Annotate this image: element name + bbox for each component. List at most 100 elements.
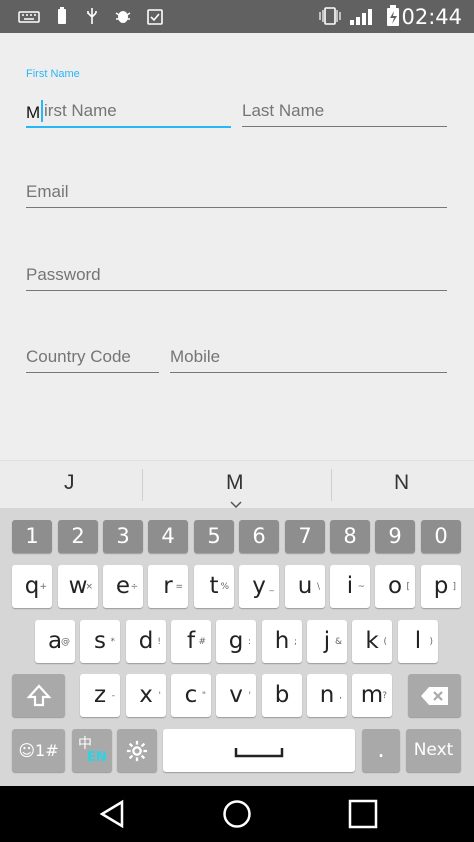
- key-label: m: [360, 682, 384, 708]
- key-t[interactable]: % t: [194, 565, 234, 608]
- country-code-field[interactable]: Country Code: [26, 342, 159, 373]
- key-3[interactable]: 3: [103, 520, 143, 553]
- key-label: v: [229, 682, 243, 708]
- secondary-char: ÷: [130, 582, 138, 592]
- key-p[interactable]: ] p: [421, 565, 461, 608]
- period-key[interactable]: .: [362, 729, 400, 772]
- suggestion-m[interactable]: M: [226, 471, 244, 495]
- key-a[interactable]: @ a: [35, 620, 75, 663]
- key-j[interactable]: & j: [307, 620, 347, 663]
- key-4[interactable]: 4: [148, 520, 188, 553]
- secondary-char: &: [334, 637, 342, 647]
- key-g[interactable]: :g: [216, 620, 256, 663]
- key-n[interactable]: ,n: [307, 674, 347, 717]
- key-f[interactable]: # f: [171, 620, 211, 663]
- key-x[interactable]: ' x: [126, 674, 166, 717]
- key-9[interactable]: 9: [375, 520, 415, 553]
- battery-saver-icon: [58, 7, 66, 24]
- key-label: x: [139, 682, 153, 708]
- last-name-placeholder: Last Name: [242, 101, 325, 120]
- first-name-placeholder: irst Name: [44, 101, 117, 120]
- space-key[interactable]: [163, 729, 355, 772]
- key-m[interactable]: ? m: [352, 674, 392, 717]
- signal-icon: [350, 9, 372, 25]
- key-label: p: [433, 573, 449, 599]
- key-1[interactable]: 1: [12, 520, 52, 553]
- key-h[interactable]: ; h: [262, 620, 302, 663]
- secondary-char: _: [269, 582, 275, 592]
- clipboard-check-icon: [147, 9, 163, 25]
- key-d[interactable]: ! d: [126, 620, 166, 663]
- backspace-icon: [420, 687, 448, 705]
- status-bar: 02:44: [0, 0, 474, 33]
- key-label: b: [274, 682, 290, 708]
- secondary-char: ;: [293, 637, 297, 647]
- key-5[interactable]: 5: [194, 520, 234, 553]
- suggestion-bar: J M N: [0, 460, 474, 509]
- key-label: h: [274, 628, 290, 654]
- key-b[interactable]: b: [262, 674, 302, 717]
- shift-key[interactable]: [12, 674, 65, 717]
- bug-icon: [115, 11, 131, 23]
- usb-icon: [87, 8, 97, 24]
- suggestion-j[interactable]: J: [64, 471, 75, 495]
- key-label: n: [319, 682, 335, 708]
- key-8[interactable]: 8: [330, 520, 370, 553]
- key-u[interactable]: \ u: [285, 565, 325, 608]
- mobile-field[interactable]: Mobile: [170, 342, 447, 373]
- key-y[interactable]: _ y: [239, 565, 279, 608]
- suggestion-n[interactable]: N: [394, 471, 409, 495]
- key-z[interactable]: -z: [80, 674, 120, 717]
- email-field[interactable]: Email: [26, 177, 447, 208]
- password-field[interactable]: Password: [26, 260, 447, 291]
- secondary-char: [: [406, 582, 410, 592]
- keyboard-icon: [18, 11, 40, 23]
- key-s[interactable]: * s: [80, 620, 120, 663]
- key-c[interactable]: " c: [171, 674, 211, 717]
- emoji-symbols-key[interactable]: ☺1#: [12, 729, 65, 772]
- key-label: i: [346, 573, 354, 599]
- vibrate-icon: [319, 7, 341, 25]
- key-label: j: [323, 628, 331, 654]
- secondary-char: ': [158, 691, 161, 701]
- back-icon[interactable]: [98, 799, 126, 829]
- secondary-char: ?: [382, 691, 387, 701]
- password-placeholder: Password: [26, 265, 101, 284]
- home-icon[interactable]: [222, 799, 252, 829]
- secondary-char: -: [111, 691, 115, 701]
- space-icon: [234, 748, 284, 758]
- shift-icon: [26, 684, 51, 707]
- key-o[interactable]: [o: [375, 565, 415, 608]
- key-r[interactable]: = r: [148, 565, 188, 608]
- secondary-char: =: [175, 582, 183, 592]
- key-q[interactable]: + q: [12, 565, 52, 608]
- chevron-down-icon[interactable]: [230, 501, 242, 508]
- recents-icon[interactable]: [348, 799, 378, 829]
- key-label: a: [47, 628, 63, 654]
- key-v[interactable]: ' v: [216, 674, 256, 717]
- key-label: o: [387, 573, 403, 599]
- secondary-char: ": [201, 691, 206, 701]
- key-e[interactable]: ÷ e: [103, 565, 143, 608]
- key-6[interactable]: 6: [239, 520, 279, 553]
- key-l[interactable]: ) l: [398, 620, 438, 663]
- language-key[interactable]: 中 EN: [72, 729, 112, 772]
- key-0[interactable]: 0: [421, 520, 461, 553]
- first-name-field[interactable]: M irst Name: [26, 96, 231, 128]
- key-w[interactable]: × w: [58, 565, 98, 608]
- secondary-char: ,: [339, 691, 342, 701]
- key-k[interactable]: (k: [352, 620, 392, 663]
- language-label: EN: [87, 750, 107, 765]
- key-7[interactable]: 7: [285, 520, 325, 553]
- settings-key[interactable]: [117, 729, 157, 772]
- key-label: s: [94, 628, 106, 654]
- gear-icon: [126, 740, 148, 762]
- key-label: d: [138, 628, 154, 654]
- key-i[interactable]: ~ i: [330, 565, 370, 608]
- backspace-key[interactable]: [408, 674, 461, 717]
- secondary-char: :: [247, 637, 251, 647]
- next-key[interactable]: Next: [406, 729, 461, 772]
- navigation-bar: [0, 786, 474, 842]
- key-2[interactable]: 2: [58, 520, 98, 553]
- last-name-field[interactable]: Last Name: [242, 96, 447, 127]
